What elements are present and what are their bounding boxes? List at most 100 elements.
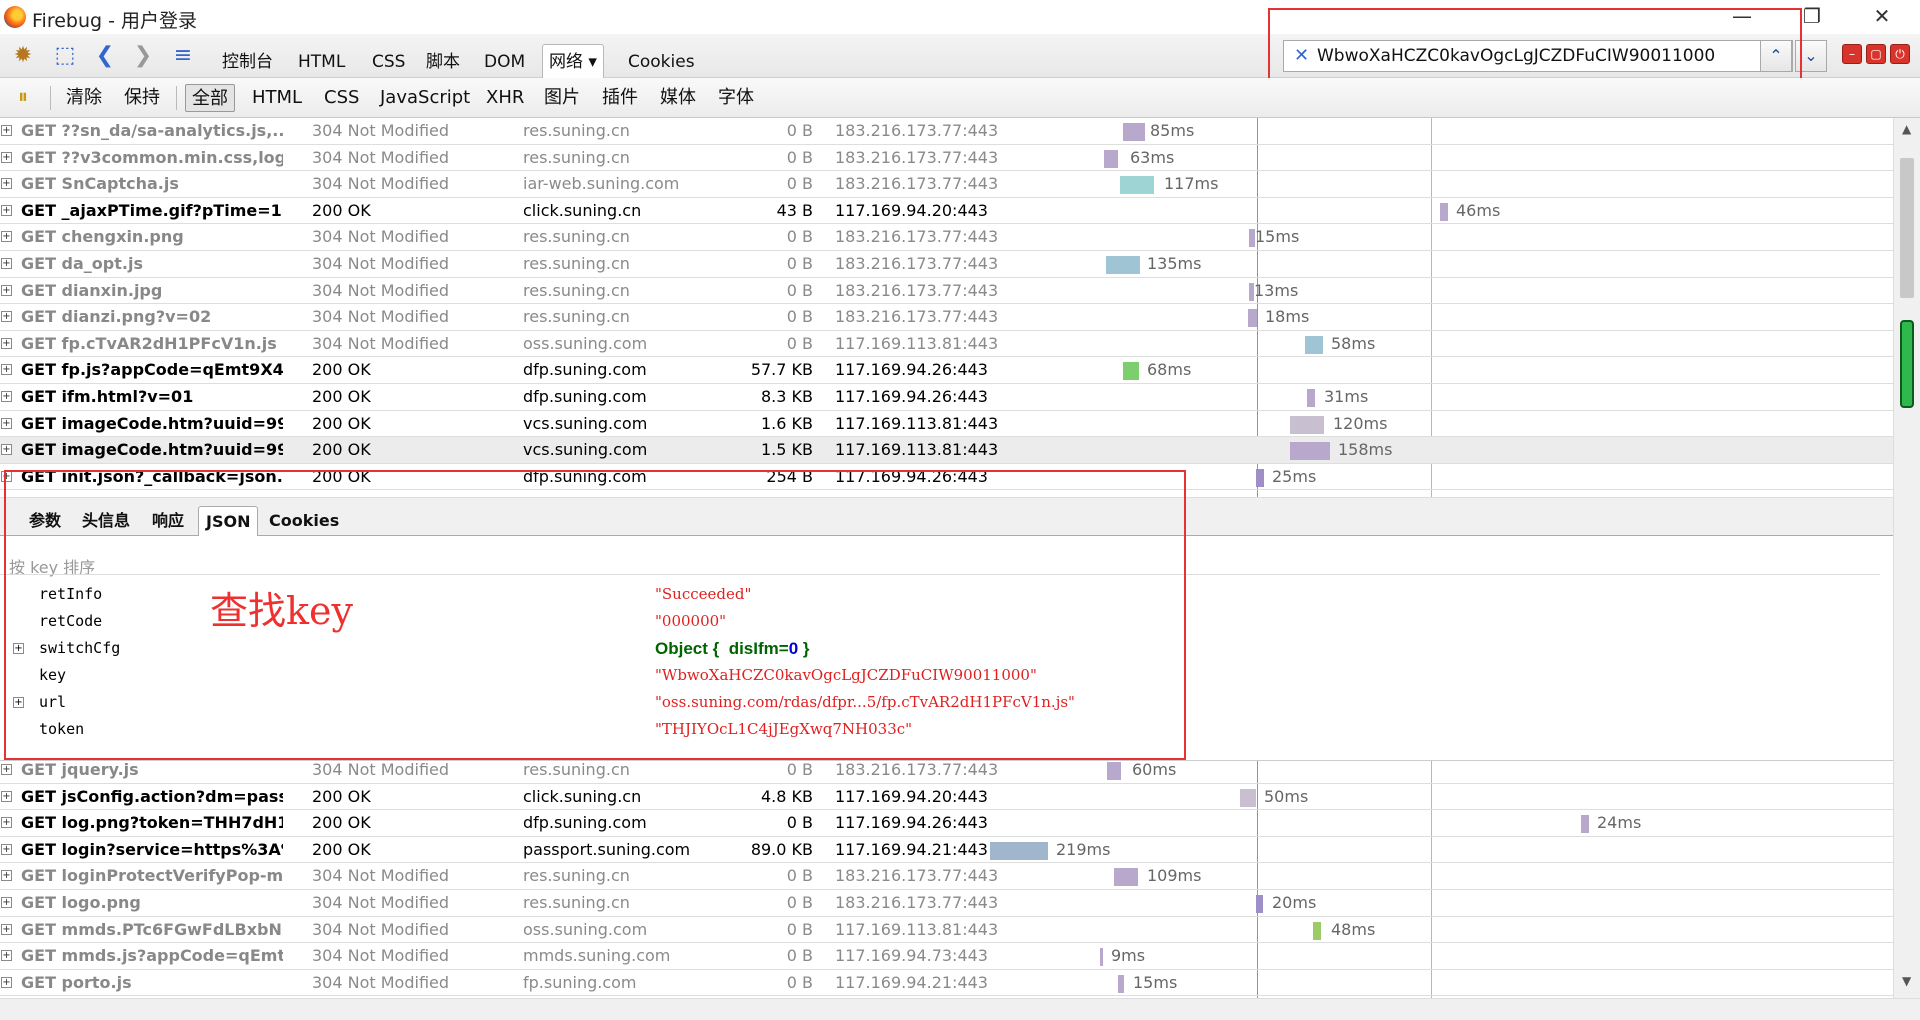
- vertical-scrollbar[interactable]: ▲ ▼: [1893, 118, 1920, 998]
- persist-button[interactable]: 保持: [118, 84, 166, 112]
- request-row[interactable]: + GET log.png?token=THH7dH17 200 OK dfp.sun…: [0, 810, 1893, 837]
- expand-row-icon[interactable]: +: [1, 950, 12, 962]
- expand-row-icon[interactable]: +: [1, 258, 12, 269]
- clear-button[interactable]: 清除: [60, 84, 108, 112]
- expand-row-icon[interactable]: +: [1, 204, 12, 216]
- expand-row-icon[interactable]: +: [1, 231, 12, 243]
- request-row[interactable]: + GET fp.cTvAR2dH1PFcV1n.js 304 Not Modifi…: [0, 331, 1893, 358]
- request-row[interactable]: + GET login?service=https%3A% 200 OK passpo…: [0, 837, 1893, 864]
- expand-row-icon[interactable]: +: [1, 817, 12, 829]
- request-status: 200 OK: [312, 813, 371, 833]
- close-firebug-icon[interactable]: ⏻: [1890, 44, 1910, 64]
- expand-row-icon[interactable]: +: [1, 311, 12, 323]
- request-ip: 117.169.94.26:443: [835, 813, 988, 833]
- timeline-bar: [1118, 974, 1124, 993]
- expand-row-icon[interactable]: +: [1, 976, 12, 988]
- tab-cookies[interactable]: Cookies: [622, 48, 701, 76]
- tab-html[interactable]: HTML: [292, 48, 351, 76]
- xhr-breakpoint-icon[interactable]: ⏸: [8, 82, 38, 110]
- request-row[interactable]: + GET da_opt.js 304 Not Modified res.suning…: [0, 251, 1893, 278]
- request-row[interactable]: + GET mmds.PTc6FGwFdLBxbN6 304 Not Modifie…: [0, 917, 1893, 944]
- expand-row-icon[interactable]: +: [1, 843, 12, 855]
- minimize-firebug-icon[interactable]: –: [1842, 44, 1862, 64]
- request-row[interactable]: + GET chengxin.png 304 Not Modified res.sun…: [0, 224, 1893, 251]
- tab-script[interactable]: 脚本: [420, 48, 466, 76]
- request-url: GET jsConfig.action?dm=passp: [21, 786, 283, 806]
- request-row[interactable]: + GET jsConfig.action?dm=passp 200 OK click…: [0, 784, 1893, 811]
- request-domain: fp.suning.com: [523, 972, 637, 992]
- expand-row-icon[interactable]: +: [1, 444, 12, 456]
- request-row[interactable]: + GET imageCode.htm?uuid=998 200 OK vcs.sun…: [0, 437, 1893, 464]
- tab-dom[interactable]: DOM: [478, 48, 531, 76]
- request-row[interactable]: + GET porto.js 304 Not Modified fp.suning.c…: [0, 970, 1893, 997]
- expand-row-icon[interactable]: +: [1, 897, 12, 908]
- request-row[interactable]: + GET ifm.html?v=01 200 OK dfp.suning.com 8.…: [0, 384, 1893, 411]
- request-row[interactable]: + GET dianxin.jpg 304 Not Modified res.suni…: [0, 278, 1893, 305]
- request-row[interactable]: + GET fp.js?appCode=qEmt9X4Yr 200 OK dfp.su…: [0, 357, 1893, 384]
- expand-row-icon[interactable]: +: [1, 790, 12, 802]
- scroll-thumb[interactable]: [1900, 158, 1914, 298]
- request-status: 304 Not Modified: [312, 919, 450, 939]
- request-domain: dfp.suning.com: [523, 813, 647, 833]
- timeline-bar: [1240, 788, 1256, 807]
- close-window-button[interactable]: ✕: [1862, 4, 1902, 30]
- request-row[interactable]: + GET ??v3common.min.css,login 304 Not Mod…: [0, 145, 1893, 172]
- request-ip: 183.216.173.77:443: [835, 147, 999, 167]
- filter-plugins[interactable]: 插件: [596, 84, 644, 112]
- request-domain: dfp.suning.com: [523, 387, 647, 406]
- request-time: 63ms: [1130, 147, 1175, 167]
- scroll-up-icon[interactable]: ▲: [1902, 122, 1911, 136]
- command-line-icon[interactable]: ≡: [168, 42, 198, 70]
- filter-all[interactable]: 全部: [185, 84, 235, 112]
- request-time: 158ms: [1338, 440, 1393, 460]
- expand-row-icon[interactable]: +: [1, 391, 12, 402]
- request-row[interactable]: + GET dianzi.png?v=02 304 Not Modified res.…: [0, 304, 1893, 331]
- inspect-element-icon[interactable]: ⬚: [50, 42, 80, 70]
- request-row[interactable]: + GET logo.png 304 Not Modified res.suning.…: [0, 890, 1893, 917]
- filter-css[interactable]: CSS: [318, 84, 365, 112]
- tab-css[interactable]: CSS: [366, 48, 411, 76]
- expand-row-icon[interactable]: +: [1, 417, 12, 429]
- filter-javascript[interactable]: JavaScript: [374, 84, 476, 112]
- forward-icon[interactable]: ❯: [128, 42, 158, 70]
- request-status: 200 OK: [312, 786, 371, 806]
- request-row[interactable]: + GET imageCode.htm?uuid=998 200 OK vcs.sun…: [0, 411, 1893, 438]
- expand-row-icon[interactable]: +: [1, 125, 12, 136]
- request-row[interactable]: + GET SnCaptcha.js 304 Not Modified iar-web…: [0, 171, 1893, 198]
- filter-images[interactable]: 图片: [538, 84, 586, 112]
- request-url: GET _ajaxPTime.gif?pTime=158: [21, 200, 283, 220]
- request-time: 20ms: [1272, 893, 1317, 912]
- timeline-bar: [1120, 176, 1154, 195]
- expand-row-icon[interactable]: +: [1, 364, 12, 376]
- request-url: GET dianxin.jpg: [21, 280, 163, 300]
- filter-html[interactable]: HTML: [246, 84, 308, 112]
- window-title: Firebug - 用户登录: [32, 10, 198, 32]
- request-row[interactable]: + GET mmds.js?appCode=qEmt9 304 Not Modifi…: [0, 943, 1893, 970]
- filter-media[interactable]: 媒体: [654, 84, 702, 112]
- horizontal-scrollbar[interactable]: [0, 998, 1920, 1020]
- request-domain: res.suning.cn: [523, 307, 630, 327]
- back-icon[interactable]: ❮: [90, 42, 120, 70]
- request-ip: 117.169.94.20:443: [835, 200, 988, 220]
- scroll-down-icon[interactable]: ▼: [1902, 974, 1911, 988]
- detach-firebug-icon[interactable]: ▢: [1866, 44, 1886, 64]
- expand-row-icon[interactable]: +: [1, 923, 12, 935]
- filter-fonts[interactable]: 字体: [712, 84, 760, 112]
- expand-row-icon[interactable]: +: [1, 284, 12, 296]
- tab-net[interactable]: 网络 ▾: [542, 44, 604, 78]
- request-time: 58ms: [1331, 333, 1376, 353]
- request-row[interactable]: + GET ??sn_da/sa-analytics.js,... 304 Not …: [0, 118, 1893, 145]
- expand-row-icon[interactable]: +: [1, 178, 12, 190]
- request-time: 219ms: [1056, 839, 1111, 859]
- expand-row-icon[interactable]: +: [1, 764, 12, 775]
- tab-console[interactable]: 控制台: [216, 48, 279, 76]
- request-row[interactable]: + GET _ajaxPTime.gif?pTime=158 200 OK click…: [0, 198, 1893, 225]
- firebug-bug-icon[interactable]: ✹: [8, 42, 38, 70]
- expand-row-icon[interactable]: +: [1, 870, 12, 882]
- request-size: 0 B: [786, 307, 813, 327]
- filter-xhr[interactable]: XHR: [480, 84, 530, 112]
- expand-row-icon[interactable]: +: [1, 151, 12, 163]
- expand-row-icon[interactable]: +: [1, 337, 12, 349]
- request-row[interactable]: + GET loginProtectVerifyPop-min 304 Not Mo…: [0, 863, 1893, 890]
- request-ip: 183.216.173.77:443: [835, 174, 999, 194]
